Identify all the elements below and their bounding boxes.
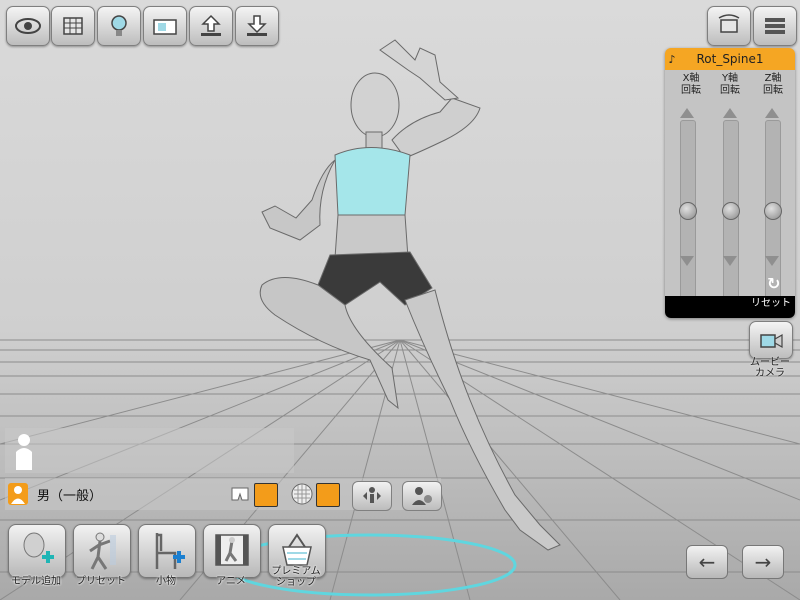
y-rotate-up-arrow[interactable] — [723, 108, 737, 118]
z-rotate-down-arrow[interactable] — [765, 256, 779, 266]
y-axis-label: Y軸 回転 — [720, 73, 740, 96]
z-rotation-knob[interactable] — [764, 202, 782, 220]
upload-button[interactable] — [189, 6, 233, 46]
reset-icon[interactable]: ↻ — [767, 274, 780, 293]
model-person-icon — [8, 483, 28, 505]
rotation-panel-header: ♪ Rot_Spine1 — [665, 48, 795, 70]
download-icon — [247, 15, 267, 36]
anime-label: アニメ — [216, 576, 246, 587]
z-axis-label: Z軸 回転 — [763, 73, 783, 96]
movie-camera-icon — [760, 333, 783, 349]
add-model-button[interactable] — [8, 524, 66, 578]
rotate-view-button[interactable] — [707, 6, 751, 46]
x-rotate-up-arrow[interactable] — [680, 108, 694, 118]
model-settings-button[interactable] — [402, 481, 442, 511]
person-gear-icon — [412, 487, 432, 505]
clothing-color-swatch[interactable] — [254, 483, 278, 507]
upload-icon — [201, 14, 221, 36]
reset-button[interactable]: リセット — [751, 294, 791, 309]
premium-shop-label: プレミアム ショップ — [271, 566, 321, 588]
figure-arrows-icon — [363, 487, 381, 503]
x-rotate-down-arrow[interactable] — [680, 256, 694, 266]
props-button[interactable] — [138, 524, 196, 578]
arrow-left-icon: ← — [698, 550, 716, 574]
x-axis-label: X軸 回転 — [681, 73, 701, 96]
person-silhouette-icon — [16, 434, 32, 470]
background-button[interactable] — [143, 6, 187, 46]
light-bulb-button[interactable] — [97, 6, 141, 46]
rotate-view-icon — [718, 14, 740, 33]
eye-icon — [15, 18, 41, 34]
rotation-panel: ♪ Rot_Spine1 X軸 回転 Y軸 回転 Z軸 回転 ↻ リセット — [665, 48, 795, 318]
eye-view-button[interactable] — [6, 6, 50, 46]
chair-icon — [155, 533, 185, 569]
movie-camera-label: ムービー カメラ — [750, 357, 790, 379]
movie-camera-button[interactable] — [749, 321, 793, 359]
y-rotate-down-arrow[interactable] — [723, 256, 737, 266]
grid-cube-icon — [63, 17, 83, 35]
pose-reset-button[interactable] — [352, 481, 392, 511]
add-model-label: モデル追加 — [11, 576, 61, 587]
download-button[interactable] — [235, 6, 279, 46]
background-icon — [153, 19, 177, 35]
menu-icon — [765, 18, 785, 34]
z-rotate-up-arrow[interactable] — [765, 108, 779, 118]
y-rotation-knob[interactable] — [722, 202, 740, 220]
light-bulb-icon — [111, 15, 127, 36]
preset-button[interactable] — [73, 524, 131, 578]
clothing-icon — [231, 487, 249, 501]
anime-button[interactable] — [203, 524, 261, 578]
transparency-icon — [291, 483, 313, 505]
preset-label: プリセット — [76, 576, 126, 587]
add-head-icon — [23, 532, 54, 563]
bone-icon: ♪ — [668, 52, 676, 66]
props-label: 小物 — [156, 576, 176, 587]
mannequin-figure[interactable] — [259, 39, 561, 551]
menu-button[interactable] — [753, 6, 797, 46]
prev-button[interactable]: ← — [686, 545, 728, 579]
skin-color-swatch[interactable] — [316, 483, 340, 507]
rotation-panel-title: Rot_Spine1 — [696, 52, 764, 66]
arrow-right-icon: → — [754, 550, 772, 574]
model-list-panel — [5, 428, 294, 473]
model-name: 男（一般） — [37, 489, 103, 504]
film-figure-icon — [215, 534, 249, 566]
pose-preset-icon — [89, 532, 116, 570]
x-rotation-knob[interactable] — [679, 202, 697, 220]
grid-cube-button[interactable] — [51, 6, 95, 46]
next-button[interactable]: → — [742, 545, 784, 579]
